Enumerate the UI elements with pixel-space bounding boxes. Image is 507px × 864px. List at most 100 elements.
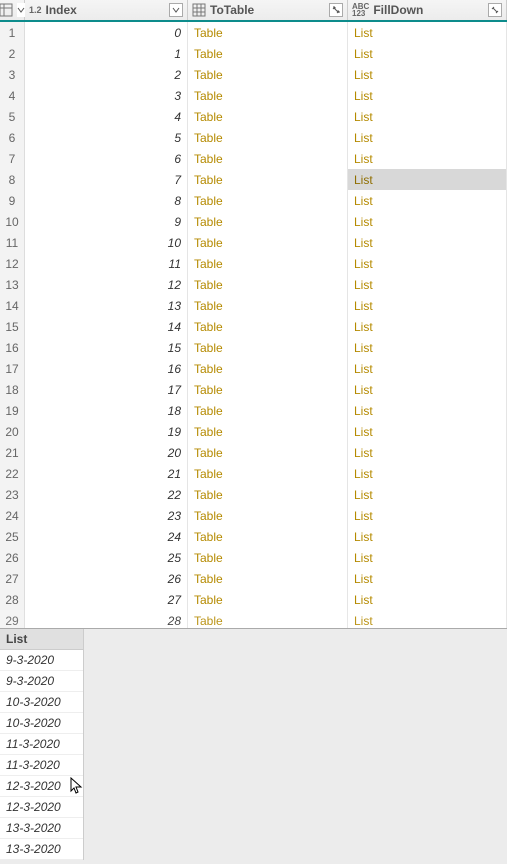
cell-index[interactable]: 24 bbox=[25, 526, 188, 547]
table-row[interactable]: 87TableList bbox=[0, 169, 507, 190]
cell-totable[interactable]: Table bbox=[188, 589, 348, 610]
cell-index[interactable]: 19 bbox=[25, 421, 188, 442]
cell-filldown[interactable]: List bbox=[348, 547, 507, 568]
cell-filldown[interactable]: List bbox=[348, 442, 507, 463]
table-row[interactable]: 65TableList bbox=[0, 127, 507, 148]
cell-filldown[interactable]: List bbox=[348, 295, 507, 316]
cell-filldown[interactable]: List bbox=[348, 22, 507, 43]
cell-filldown[interactable]: List bbox=[348, 127, 507, 148]
cell-filldown[interactable]: List bbox=[348, 43, 507, 64]
list-item[interactable]: 12-3-2020 bbox=[0, 797, 83, 818]
table-row[interactable]: 2827TableList bbox=[0, 589, 507, 610]
cell-totable[interactable]: Table bbox=[188, 442, 348, 463]
row-number[interactable]: 24 bbox=[0, 505, 25, 526]
table-row[interactable]: 2322TableList bbox=[0, 484, 507, 505]
row-number[interactable]: 26 bbox=[0, 547, 25, 568]
expand-button[interactable] bbox=[488, 3, 502, 17]
row-number[interactable]: 20 bbox=[0, 421, 25, 442]
cell-index[interactable]: 12 bbox=[25, 274, 188, 295]
table-row[interactable]: 32TableList bbox=[0, 64, 507, 85]
cell-filldown[interactable]: List bbox=[348, 148, 507, 169]
filter-button[interactable] bbox=[169, 3, 183, 17]
row-number[interactable]: 18 bbox=[0, 379, 25, 400]
cell-totable[interactable]: Table bbox=[188, 64, 348, 85]
row-number[interactable]: 13 bbox=[0, 274, 25, 295]
cell-filldown[interactable]: List bbox=[348, 568, 507, 589]
row-number[interactable]: 1 bbox=[0, 22, 25, 43]
cell-filldown[interactable]: List bbox=[348, 505, 507, 526]
cell-index[interactable]: 3 bbox=[25, 85, 188, 106]
cell-filldown[interactable]: List bbox=[348, 253, 507, 274]
cell-totable[interactable]: Table bbox=[188, 232, 348, 253]
table-row[interactable]: 1312TableList bbox=[0, 274, 507, 295]
preview-title[interactable]: List bbox=[0, 629, 84, 650]
cell-index[interactable]: 20 bbox=[25, 442, 188, 463]
cell-filldown[interactable]: List bbox=[348, 274, 507, 295]
list-item[interactable]: 11-3-2020 bbox=[0, 755, 83, 776]
table-row[interactable]: 2625TableList bbox=[0, 547, 507, 568]
cell-totable[interactable]: Table bbox=[188, 211, 348, 232]
row-number[interactable]: 4 bbox=[0, 85, 25, 106]
table-row[interactable]: 98TableList bbox=[0, 190, 507, 211]
cell-index[interactable]: 22 bbox=[25, 484, 188, 505]
row-number[interactable]: 2 bbox=[0, 43, 25, 64]
cell-index[interactable]: 1 bbox=[25, 43, 188, 64]
table-row[interactable]: 2726TableList bbox=[0, 568, 507, 589]
cell-index[interactable]: 21 bbox=[25, 463, 188, 484]
cell-totable[interactable]: Table bbox=[188, 526, 348, 547]
row-number[interactable]: 16 bbox=[0, 337, 25, 358]
cell-totable[interactable]: Table bbox=[188, 106, 348, 127]
cell-index[interactable]: 10 bbox=[25, 232, 188, 253]
row-number-header[interactable] bbox=[0, 0, 25, 20]
cell-index[interactable]: 13 bbox=[25, 295, 188, 316]
cell-totable[interactable]: Table bbox=[188, 463, 348, 484]
cell-totable[interactable]: Table bbox=[188, 337, 348, 358]
cell-index[interactable]: 26 bbox=[25, 568, 188, 589]
table-row[interactable]: 2221TableList bbox=[0, 463, 507, 484]
cell-index[interactable]: 25 bbox=[25, 547, 188, 568]
table-row[interactable]: 1918TableList bbox=[0, 400, 507, 421]
cell-index[interactable]: 27 bbox=[25, 589, 188, 610]
table-row[interactable]: 2019TableList bbox=[0, 421, 507, 442]
cell-index[interactable]: 5 bbox=[25, 127, 188, 148]
table-row[interactable]: 2423TableList bbox=[0, 505, 507, 526]
cell-totable[interactable]: Table bbox=[188, 610, 348, 628]
cell-filldown[interactable]: List bbox=[348, 211, 507, 232]
column-header-filldown[interactable]: ABC123 FillDown bbox=[348, 0, 507, 20]
cell-totable[interactable]: Table bbox=[188, 148, 348, 169]
row-number[interactable]: 27 bbox=[0, 568, 25, 589]
cell-filldown[interactable]: List bbox=[348, 526, 507, 547]
cell-index[interactable]: 17 bbox=[25, 379, 188, 400]
cell-filldown[interactable]: List bbox=[348, 64, 507, 85]
cell-totable[interactable]: Table bbox=[188, 295, 348, 316]
cell-totable[interactable]: Table bbox=[188, 316, 348, 337]
row-number[interactable]: 17 bbox=[0, 358, 25, 379]
table-row[interactable]: 1514TableList bbox=[0, 316, 507, 337]
cell-filldown[interactable]: List bbox=[348, 169, 507, 190]
cell-totable[interactable]: Table bbox=[188, 127, 348, 148]
cell-index[interactable]: 8 bbox=[25, 190, 188, 211]
cell-index[interactable]: 23 bbox=[25, 505, 188, 526]
cell-filldown[interactable]: List bbox=[348, 400, 507, 421]
cell-totable[interactable]: Table bbox=[188, 547, 348, 568]
cell-index[interactable]: 2 bbox=[25, 64, 188, 85]
cell-filldown[interactable]: List bbox=[348, 484, 507, 505]
cell-totable[interactable]: Table bbox=[188, 421, 348, 442]
cell-index[interactable]: 6 bbox=[25, 148, 188, 169]
column-header-totable[interactable]: ToTable bbox=[188, 0, 348, 20]
table-row[interactable]: 76TableList bbox=[0, 148, 507, 169]
row-number[interactable]: 25 bbox=[0, 526, 25, 547]
row-number[interactable]: 5 bbox=[0, 106, 25, 127]
cell-filldown[interactable]: List bbox=[348, 232, 507, 253]
cell-totable[interactable]: Table bbox=[188, 358, 348, 379]
table-row[interactable]: 1615TableList bbox=[0, 337, 507, 358]
table-row[interactable]: 2120TableList bbox=[0, 442, 507, 463]
cell-filldown[interactable]: List bbox=[348, 463, 507, 484]
row-number[interactable]: 9 bbox=[0, 190, 25, 211]
cell-index[interactable]: 4 bbox=[25, 106, 188, 127]
list-item[interactable]: 10-3-2020 bbox=[0, 692, 83, 713]
cell-index[interactable]: 16 bbox=[25, 358, 188, 379]
row-number[interactable]: 21 bbox=[0, 442, 25, 463]
table-row[interactable]: 109TableList bbox=[0, 211, 507, 232]
list-item[interactable]: 9-3-2020 bbox=[0, 650, 83, 671]
